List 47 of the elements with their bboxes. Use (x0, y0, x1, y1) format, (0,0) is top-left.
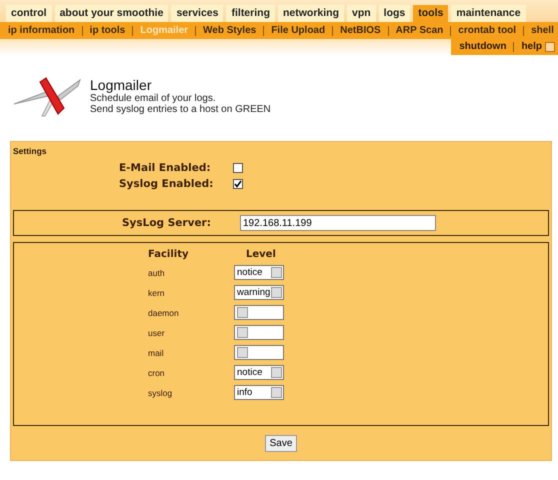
nav-tab[interactable]: control (6, 5, 52, 22)
facility-name: kern (148, 288, 166, 298)
level-dropdown[interactable]: warning (234, 285, 284, 300)
nav-tab[interactable]: maintenance (451, 5, 526, 22)
level-dropdown[interactable] (234, 345, 284, 360)
page-description: Send syslog entries to a host on GREEN (90, 104, 271, 115)
save-button[interactable]: Save (264, 435, 298, 452)
checkbox[interactable] (233, 179, 243, 189)
panel-title: Settings (13, 146, 48, 156)
subnav-link[interactable]: crontab tool (458, 25, 516, 36)
nav-tab[interactable]: networking (278, 5, 344, 22)
server-field[interactable]: 192.168.11.199 (240, 215, 436, 231)
facility-name: cron (148, 368, 166, 378)
facility-name: daemon (148, 308, 180, 318)
subnav-link[interactable]: File Upload (271, 25, 326, 36)
checkbox[interactable] (233, 163, 243, 173)
column-header: Level (245, 249, 277, 260)
option-label: E-Mail Enabled: (119, 162, 212, 174)
field-label: SysLog Server: (122, 217, 212, 229)
level-dropdown[interactable]: notice (234, 365, 284, 380)
level-dropdown[interactable]: info (234, 385, 284, 400)
page-description: Schedule email of your logs. (90, 93, 217, 104)
nav-tab[interactable]: services (171, 5, 224, 22)
page-title: Logmailer (90, 77, 152, 93)
level-dropdown[interactable]: notice (234, 265, 284, 280)
nav-tab[interactable]: about your smoothie (54, 5, 168, 22)
nav-tab[interactable]: vpn (347, 5, 376, 22)
subnav-link[interactable]: Web Styles (203, 25, 256, 36)
help-icon[interactable] (545, 42, 555, 52)
facility-name: user (148, 328, 166, 338)
subnav-link[interactable]: ip information (8, 25, 75, 36)
level-dropdown[interactable] (234, 325, 284, 340)
facility-name: syslog (148, 388, 174, 398)
facility-name: auth (148, 268, 166, 278)
column-header: Facility (148, 249, 190, 260)
utility-link[interactable]: help (521, 41, 542, 52)
subnav-link[interactable]: NetBIOS (340, 25, 381, 36)
subnav-link[interactable]: shell (531, 25, 554, 36)
option-label: Syslog Enabled: (119, 178, 214, 190)
facility-name: mail (148, 348, 165, 358)
utility-link[interactable]: shutdown (459, 41, 506, 52)
level-dropdown[interactable] (234, 305, 284, 320)
nav-tab[interactable]: tools (413, 5, 448, 22)
nav-tab[interactable]: filtering (226, 5, 275, 22)
nav-tab[interactable]: logs (378, 5, 410, 22)
subnav-link[interactable]: ARP Scan (396, 25, 444, 36)
subnav-link[interactable]: ip tools (90, 25, 126, 36)
